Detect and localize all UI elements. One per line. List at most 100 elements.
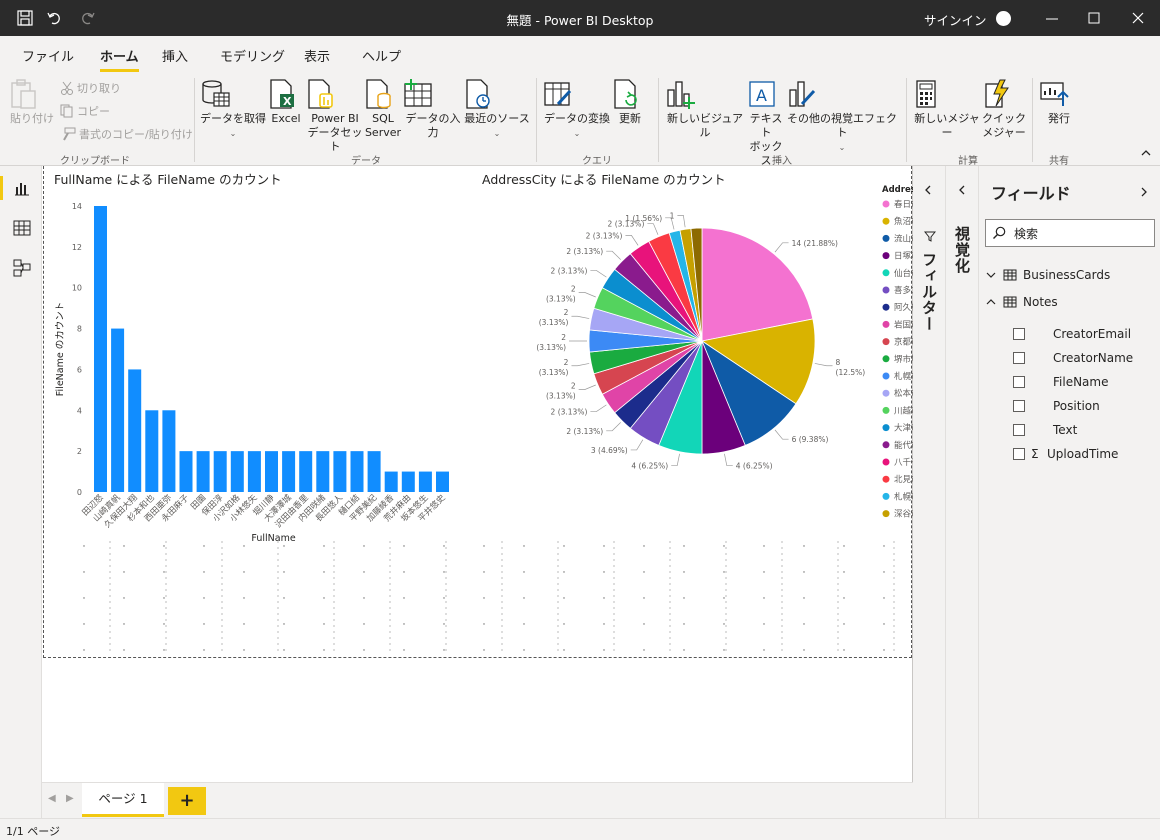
copy-button[interactable]: コピー: [60, 103, 110, 119]
bar[interactable]: [196, 451, 210, 492]
new-visual-button[interactable]: 新しいビジュアル: [664, 78, 746, 140]
bar[interactable]: [162, 410, 176, 492]
legend-item[interactable]: 仙台市: [894, 268, 913, 279]
tab-file[interactable]: ファイル: [22, 46, 74, 65]
legend-item[interactable]: 日塚市: [894, 251, 913, 262]
publish-button[interactable]: 発行: [1038, 78, 1080, 126]
new-measure-button[interactable]: 新しいメジャー: [912, 78, 982, 140]
field-checkbox[interactable]: [1013, 328, 1025, 340]
excel-button[interactable]: X Excel: [268, 78, 304, 126]
bar[interactable]: [436, 471, 449, 492]
avatar[interactable]: [996, 11, 1011, 26]
field-creatorname[interactable]: CreatorName: [1013, 351, 1133, 365]
filters-pane[interactable]: フィルター: [913, 166, 945, 818]
field-checkbox[interactable]: [1013, 400, 1025, 412]
legend-item[interactable]: 札幌市北区: [894, 371, 913, 382]
sql-server-button[interactable]: SQL Server: [364, 78, 402, 140]
legend-item[interactable]: 川越市: [894, 405, 913, 416]
model-view-icon[interactable]: [12, 258, 32, 278]
quick-measure-button[interactable]: クイック メジャー: [982, 78, 1026, 140]
maximize-icon[interactable]: [1084, 8, 1104, 28]
page-prev-icon[interactable]: ◀: [48, 793, 56, 804]
field-checkbox[interactable]: [1013, 352, 1025, 364]
legend-item[interactable]: 喜多方市: [894, 285, 913, 296]
tab-view[interactable]: 表示: [304, 46, 330, 65]
bar[interactable]: [333, 451, 347, 492]
legend-item[interactable]: 流山市: [894, 233, 913, 244]
pie-chart[interactable]: 14 (21.88%) 8(12.5%) 6 (9.38%) 4 (6.25%) 4 (…: [478, 184, 913, 534]
bar[interactable]: [145, 410, 159, 492]
report-canvas[interactable]: FullName による FileName のカウント 0 2 4 6 8 10 12 14 F…: [42, 166, 913, 782]
field-text[interactable]: Text: [1013, 423, 1077, 437]
refresh-button[interactable]: 更新: [612, 78, 648, 126]
legend-item[interactable]: 魚沼市: [894, 216, 913, 227]
recent-sources-button[interactable]: 最近のソース ⌄: [464, 78, 530, 141]
paste-button[interactable]: 貼り付け: [8, 78, 56, 126]
minimize-icon[interactable]: [1042, 8, 1062, 28]
report-view-icon[interactable]: [12, 178, 32, 198]
legend-item[interactable]: 大津市: [894, 423, 913, 434]
field-checkbox[interactable]: [1013, 448, 1025, 460]
field-position[interactable]: Position: [1013, 399, 1100, 413]
bar[interactable]: [213, 451, 227, 492]
table-notes[interactable]: Notes: [985, 295, 1058, 309]
cut-button[interactable]: 切り取り: [60, 80, 121, 96]
page-tab-1[interactable]: ページ 1: [82, 783, 164, 817]
field-filename[interactable]: FileName: [1013, 375, 1108, 389]
chevron-left-icon[interactable]: [923, 184, 933, 196]
powerbi-dataset-button[interactable]: Power BI データセット: [306, 78, 364, 154]
signin-button[interactable]: サインイン: [924, 10, 987, 29]
bar[interactable]: [401, 471, 415, 492]
legend-item[interactable]: 北見市: [894, 474, 913, 485]
chevron-left-icon[interactable]: [957, 184, 967, 196]
legend-item[interactable]: 深谷市: [894, 509, 913, 520]
bar[interactable]: [418, 471, 432, 492]
legend-item[interactable]: 岩国市: [894, 319, 913, 330]
page-next-icon[interactable]: ▶: [66, 793, 74, 804]
chevron-right-icon[interactable]: [1139, 186, 1149, 198]
bar-chart[interactable]: 02468101214FileName のカウント田辺怒山崎真帆久保田大翔杉本和…: [44, 182, 464, 562]
enter-data-button[interactable]: データの入力: [402, 78, 464, 140]
bar[interactable]: [111, 328, 125, 492]
data-view-icon[interactable]: [12, 218, 32, 238]
bar[interactable]: [316, 451, 330, 492]
legend-item[interactable]: 阿久根市: [894, 302, 913, 313]
get-data-button[interactable]: データを取得 ⌄: [200, 78, 266, 141]
bar[interactable]: [384, 471, 398, 492]
visualizations-pane[interactable]: 視覚化: [945, 166, 978, 818]
field-uploadtime[interactable]: Σ UploadTime: [1013, 447, 1118, 461]
bar[interactable]: [247, 451, 261, 492]
legend-item[interactable]: 八千子市: [894, 457, 913, 468]
legend-item[interactable]: 能代市: [894, 440, 913, 451]
bar[interactable]: [265, 451, 278, 492]
collapse-ribbon-icon[interactable]: [1140, 148, 1152, 158]
bar[interactable]: [94, 206, 107, 492]
bar[interactable]: [128, 369, 142, 492]
field-creatoremail[interactable]: CreatorEmail: [1013, 327, 1131, 341]
add-page-button[interactable]: +: [168, 787, 206, 815]
fields-search-input[interactable]: 検索: [985, 219, 1155, 247]
legend-item[interactable]: 松本市: [894, 388, 913, 399]
field-checkbox[interactable]: [1013, 376, 1025, 388]
bar[interactable]: [282, 451, 296, 492]
bar[interactable]: [299, 451, 313, 492]
close-icon[interactable]: [1128, 8, 1148, 28]
tab-insert[interactable]: 挿入: [162, 46, 188, 65]
grid-dot: [725, 643, 727, 645]
table-businesscards[interactable]: BusinessCards: [985, 268, 1110, 282]
field-checkbox[interactable]: [1013, 424, 1025, 436]
bar[interactable]: [179, 451, 193, 492]
legend-item[interactable]: 札幌市中央区: [894, 491, 913, 502]
more-visuals-button[interactable]: その他の視覚エフェクト ⌄: [786, 78, 898, 155]
bar[interactable]: [350, 451, 364, 492]
format-painter-button[interactable]: 書式のコピー/貼り付け: [60, 126, 193, 142]
legend-item[interactable]: 堺市堺区: [894, 354, 913, 365]
transform-data-button[interactable]: データの変換 ⌄: [542, 78, 612, 141]
tab-home[interactable]: ホーム: [100, 46, 139, 72]
tab-help[interactable]: ヘルプ: [362, 46, 401, 65]
tab-modeling[interactable]: モデリング: [220, 46, 285, 65]
legend-item[interactable]: 京都市左京区: [894, 337, 913, 348]
bar[interactable]: [367, 451, 381, 492]
legend-item[interactable]: 春日市: [894, 199, 913, 210]
bar[interactable]: [230, 451, 244, 492]
